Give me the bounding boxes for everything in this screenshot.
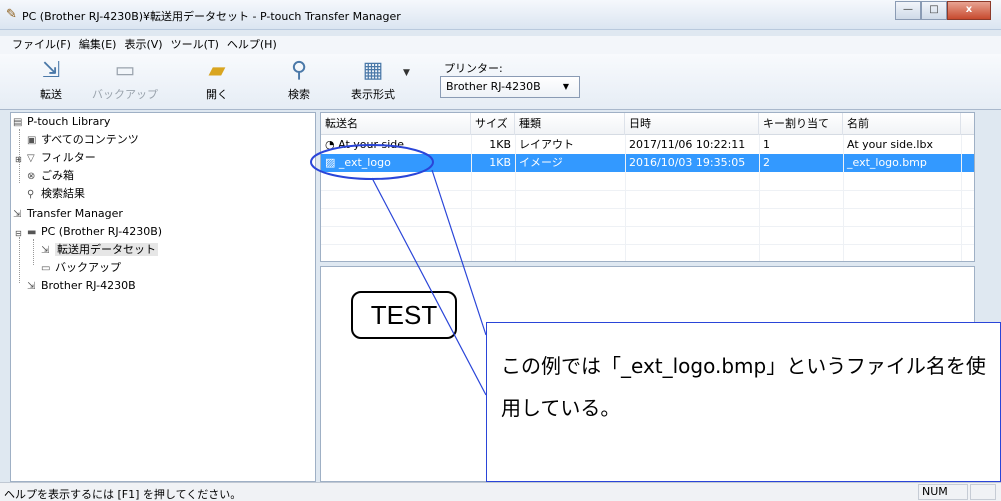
trash-icon: ⊗ bbox=[27, 171, 36, 182]
column-type[interactable]: 種類 bbox=[515, 113, 625, 135]
cell-filename: At your side.lbx bbox=[847, 138, 933, 151]
cell-transfer-name: ▨ _ext_logo bbox=[325, 156, 391, 169]
computer-icon: ▬ bbox=[27, 227, 37, 238]
printer-value: Brother RJ-4230B bbox=[446, 80, 541, 93]
menu-edit[interactable]: 編集(E) bbox=[77, 36, 119, 54]
close-button[interactable]: x bbox=[947, 1, 991, 20]
tree-item-library[interactable]: ▤ P-touch Library bbox=[13, 113, 110, 131]
tree-item-search-results[interactable]: ⚲ 検索結果 bbox=[27, 185, 85, 203]
view-mode-button[interactable]: ▦ 表示形式 bbox=[338, 56, 408, 108]
column-key[interactable]: キー割り当て bbox=[759, 113, 843, 135]
search-icon: ⚲ bbox=[290, 58, 308, 83]
backup-icon: ▭ bbox=[114, 58, 136, 83]
filter-icon: ▽ bbox=[27, 153, 35, 164]
menu-file[interactable]: ファイル(F) bbox=[10, 36, 73, 54]
printer-icon: ⇲ bbox=[27, 281, 36, 292]
tree-item-trash[interactable]: ⊗ ごみ箱 bbox=[27, 167, 74, 185]
backup-button[interactable]: ▭ バックアップ bbox=[90, 56, 160, 108]
maximize-button[interactable]: □ bbox=[921, 1, 947, 20]
tree-item-transfer-manager[interactable]: ⇲ Transfer Manager bbox=[13, 205, 123, 223]
column-size[interactable]: サイズ bbox=[471, 113, 515, 135]
folder-icon: ▣ bbox=[27, 135, 37, 146]
transfer-label: 転送 bbox=[40, 88, 62, 101]
menu-help[interactable]: ヘルプ(H) bbox=[225, 36, 279, 54]
open-button[interactable]: ▰ 開く bbox=[182, 56, 252, 108]
title-bar: ✎ PC (Brother RJ-4230B)¥転送用データセット - P-to… bbox=[0, 0, 1001, 30]
app-icon: ✎ bbox=[6, 7, 17, 22]
transfer-manager-icon: ⇲ bbox=[13, 209, 22, 220]
toolbar: ⇲ 転送 ▭ バックアップ ▰ 開く ⚲ 検索 ▦ 表示形式 ▼ プリンター: … bbox=[0, 54, 1001, 110]
view-mode-icon: ▦ bbox=[362, 58, 384, 83]
tree-item-filter[interactable]: ▽ フィルター bbox=[27, 149, 96, 167]
search-button[interactable]: ⚲ 検索 bbox=[264, 56, 334, 108]
cell-date: 2017/11/06 10:22:11 bbox=[629, 138, 746, 151]
image-icon: ▨ bbox=[325, 156, 336, 169]
window-controls: — □ x bbox=[895, 1, 991, 20]
printer-select[interactable]: Brother RJ-4230B ▼ bbox=[440, 76, 580, 98]
cell-filename: _ext_logo.bmp bbox=[847, 156, 927, 169]
cell-type: イメージ bbox=[519, 156, 563, 169]
callout-text: この例では「_ext_logo.bmp」というファイル名を使用している。 bbox=[501, 354, 986, 420]
table-row-selected[interactable]: ▨ _ext_logo 1KB イメージ 2016/10/03 19:35:05… bbox=[321, 154, 974, 172]
folder-open-icon: ▰ bbox=[208, 58, 226, 83]
menu-bar: ファイル(F) 編集(E) 表示(V) ツール(T) ヘルプ(H) bbox=[0, 36, 1001, 54]
file-list: 転送名 サイズ 種類 日時 キー割り当て 名前 ◔ At your side 1… bbox=[320, 112, 975, 262]
cell-key: 2 bbox=[763, 156, 770, 169]
search-label: 検索 bbox=[288, 88, 310, 101]
view-mode-dropdown-icon[interactable]: ▼ bbox=[403, 68, 410, 78]
backup-icon: ▭ bbox=[41, 263, 51, 274]
label-preview: TEST bbox=[351, 291, 457, 339]
menu-tools[interactable]: ツール(T) bbox=[169, 36, 221, 54]
column-date[interactable]: 日時 bbox=[625, 113, 759, 135]
tree-item-dataset[interactable]: ⇲ 転送用データセット bbox=[41, 241, 158, 259]
dataset-icon: ⇲ bbox=[41, 245, 50, 256]
file-list-header: 転送名 サイズ 種類 日時 キー割り当て 名前 bbox=[321, 113, 974, 135]
library-icon: ▤ bbox=[13, 117, 23, 128]
transfer-icon: ⇲ bbox=[41, 58, 61, 83]
minimize-button[interactable]: — bbox=[895, 1, 921, 20]
status-bar: ヘルプを表示するには [F1] を押してください。 NUM bbox=[0, 482, 1001, 501]
transfer-button[interactable]: ⇲ 転送 bbox=[16, 56, 86, 108]
chevron-down-icon: ▼ bbox=[562, 82, 569, 91]
tree-item-printer[interactable]: ⇲ Brother RJ-4230B bbox=[27, 277, 136, 295]
view-mode-label: 表示形式 bbox=[351, 88, 395, 101]
open-label: 開く bbox=[206, 88, 228, 101]
column-filename[interactable]: 名前 bbox=[843, 113, 961, 135]
cell-type: レイアウト bbox=[519, 138, 574, 151]
cell-size: 1KB bbox=[489, 138, 511, 151]
tree-item-pc[interactable]: ▬ PC (Brother RJ-4230B) bbox=[27, 223, 162, 241]
status-help: ヘルプを表示するには [F1] を押してください。 bbox=[4, 488, 242, 501]
layout-icon: ◔ bbox=[325, 138, 335, 151]
cell-transfer-name: ◔ At your side bbox=[325, 138, 405, 151]
backup-label: バックアップ bbox=[92, 88, 158, 101]
num-lock-indicator: NUM bbox=[918, 484, 968, 500]
window-title: PC (Brother RJ-4230B)¥転送用データセット - P-touc… bbox=[22, 10, 401, 23]
expand-icon[interactable]: ⊞ bbox=[15, 155, 22, 164]
cell-date: 2016/10/03 19:35:05 bbox=[629, 156, 746, 169]
cell-key: 1 bbox=[763, 138, 770, 151]
navigation-tree: ▤ P-touch Library ▣ すべてのコンテンツ ⊞ ▽ フィルター ⊗ ごみ… bbox=[10, 112, 316, 482]
menu-view[interactable]: 表示(V) bbox=[122, 36, 164, 54]
annotation-callout: この例では「_ext_logo.bmp」というファイル名を使用している。 bbox=[486, 322, 1001, 482]
cell-size: 1KB bbox=[489, 156, 511, 169]
tree-item-backup[interactable]: ▭ バックアップ bbox=[41, 259, 121, 277]
table-row[interactable]: ◔ At your side 1KB レイアウト 2017/11/06 10:2… bbox=[321, 136, 974, 154]
printer-label: プリンター: bbox=[444, 62, 503, 75]
status-panel bbox=[970, 484, 996, 500]
search-results-icon: ⚲ bbox=[27, 189, 35, 200]
tree-item-all-contents[interactable]: ▣ すべてのコンテンツ bbox=[27, 131, 139, 149]
column-transfer-name[interactable]: 転送名 bbox=[321, 113, 471, 135]
